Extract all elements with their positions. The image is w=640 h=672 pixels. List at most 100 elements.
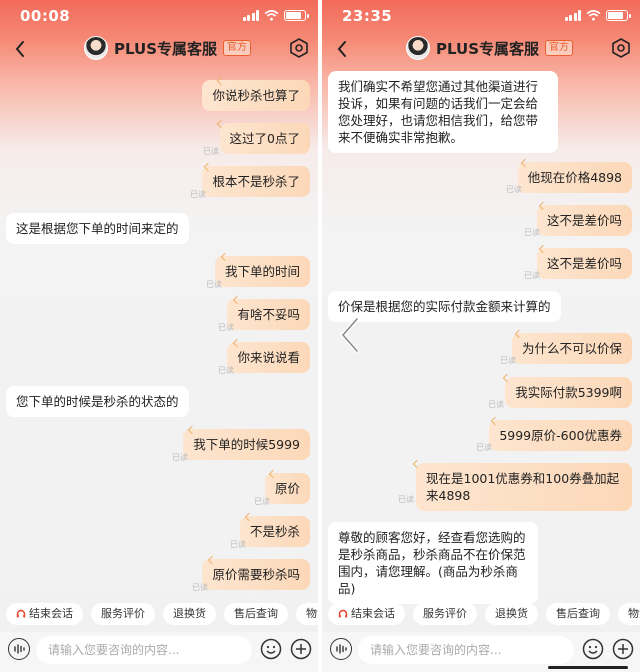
signal-icon: [242, 10, 259, 21]
logistics-chip[interactable]: 物流查询: [618, 603, 640, 625]
chip-label: 服务评价: [101, 607, 145, 620]
plus-icon[interactable]: [290, 638, 312, 660]
read-status: 已读: [476, 443, 492, 452]
my-message: 为什么不可以价保: [511, 333, 632, 364]
quick-reply-bar: 结束会话 服务评价 退换货 售后查询 物流查询: [322, 603, 640, 629]
wifi-icon: [264, 10, 279, 21]
my-message: 根本不是秒杀了: [202, 166, 310, 197]
after-sales-chip[interactable]: 售后查询: [546, 603, 610, 625]
chat-title-group: PLUS专属客服 官方: [406, 36, 574, 60]
plus-icon[interactable]: [612, 638, 634, 660]
official-badge: 官方: [545, 40, 574, 56]
logistics-chip[interactable]: 物流查询: [296, 603, 318, 625]
read-status: 已读: [506, 185, 522, 194]
my-message: 原价需要秒杀吗: [202, 559, 310, 590]
back-icon[interactable]: [330, 36, 356, 62]
status-time: 23:35: [342, 7, 393, 25]
input-bar: [0, 632, 318, 672]
read-status: 已读: [488, 400, 504, 409]
chip-label: 售后查询: [234, 607, 278, 620]
read-status: 已读: [172, 453, 188, 462]
chip-label: 服务评价: [423, 607, 467, 620]
settings-icon[interactable]: [288, 37, 310, 59]
read-status: 已读: [524, 271, 540, 280]
read-status: 已读: [218, 366, 234, 375]
chip-label: 结束会话: [351, 607, 395, 620]
settings-icon[interactable]: [610, 37, 632, 59]
chip-label: 退换货: [173, 607, 206, 620]
chip-label: 结束会话: [29, 607, 73, 620]
chip-label: 物流查询: [628, 607, 640, 620]
my-message: 有啥不妥吗: [227, 299, 310, 330]
end-session-chip[interactable]: 结束会话: [328, 603, 405, 625]
service-rating-chip[interactable]: 服务评价: [413, 603, 477, 625]
official-badge: 官方: [223, 40, 252, 56]
read-status: 已读: [190, 190, 206, 199]
chat-screen-left: 00:08 PLUS专属客服 官方 你说秒杀也算了 这过了0点了 已读 根本不是…: [0, 0, 318, 672]
after-sales-chip[interactable]: 售后查询: [224, 603, 288, 625]
voice-icon[interactable]: [330, 638, 352, 660]
nav-bar: PLUS专属客服 官方: [322, 32, 640, 68]
chat-title: PLUS专属客服: [436, 39, 540, 58]
emoji-icon[interactable]: [260, 638, 282, 660]
emoji-icon[interactable]: [582, 638, 604, 660]
nav-bar: PLUS专属客服 官方: [0, 32, 318, 68]
message-list: 我们确实不希望您通过其他渠道进行投诉，如果有问题的话我们一定会给您处理好，也请您…: [322, 68, 640, 604]
agent-message: 尊敬的顾客您好，经查看您选购的是秒杀商品，秒杀商品不在价保范围内，请您理解。(商…: [328, 522, 538, 604]
agent-avatar: [406, 36, 430, 60]
home-indicator: [548, 666, 628, 669]
my-message: 我实际付款5399啊: [505, 377, 632, 408]
my-message: 我下单的时候5999: [183, 429, 310, 460]
my-message: 现在是1001优惠券和100券叠加起来4898: [416, 463, 632, 511]
my-message: 这不是差价吗: [536, 248, 632, 279]
message-input[interactable]: [36, 636, 252, 664]
read-status: 已读: [254, 497, 270, 506]
chip-label: 退换货: [495, 607, 528, 620]
my-message: 不是秒杀: [239, 516, 310, 547]
my-message: 我下单的时间: [214, 256, 310, 287]
chevron-left-icon[interactable]: [335, 315, 367, 355]
end-session-chip[interactable]: 结束会话: [6, 603, 83, 625]
chip-label: 物流查询: [306, 607, 318, 620]
wifi-icon: [586, 10, 601, 21]
battery-icon: [284, 10, 309, 21]
battery-icon: [606, 10, 631, 21]
read-status: 已读: [203, 147, 219, 156]
read-status: 已读: [192, 583, 208, 592]
my-message: 他现在价格4898: [517, 162, 632, 193]
agent-avatar: [84, 36, 108, 60]
return-exchange-chip[interactable]: 退换货: [163, 603, 216, 625]
read-status: 已读: [398, 495, 414, 504]
my-message: 你来说说看: [227, 342, 310, 373]
status-icons: [564, 10, 631, 21]
read-status: 已读: [206, 280, 222, 289]
read-status: 已读: [500, 356, 516, 365]
message-list: 你说秒杀也算了 这过了0点了 已读 根本不是秒杀了 已读 这是根据您下单的时间来…: [0, 68, 318, 598]
agent-message: 这是根据您下单的时间来定的: [6, 213, 189, 244]
chip-label: 售后查询: [556, 607, 600, 620]
status-icons: [242, 10, 309, 21]
agent-message: 您下单的时候是秒杀的状态的: [6, 386, 189, 417]
my-message: 5999原价-600优惠券: [489, 420, 632, 451]
voice-icon[interactable]: [8, 638, 30, 660]
return-exchange-chip[interactable]: 退换货: [485, 603, 538, 625]
chat-title-group: PLUS专属客服 官方: [84, 36, 252, 60]
signal-icon: [564, 10, 581, 21]
service-rating-chip[interactable]: 服务评价: [91, 603, 155, 625]
read-status: 已读: [230, 540, 246, 549]
my-message: 这过了0点了: [219, 123, 310, 154]
status-bar: 23:35: [322, 0, 640, 32]
agent-message: 我们确实不希望您通过其他渠道进行投诉，如果有问题的话我们一定会给您处理好，也请您…: [328, 71, 558, 153]
back-icon[interactable]: [8, 36, 34, 62]
status-bar: 00:08: [0, 0, 318, 32]
message-input[interactable]: [358, 636, 574, 664]
headset-icon: [338, 609, 348, 618]
my-message: 这不是差价吗: [536, 205, 632, 236]
quick-reply-bar: 结束会话 服务评价 退换货 售后查询 物流查询: [0, 603, 318, 629]
status-time: 00:08: [20, 7, 71, 25]
read-status: 已读: [218, 323, 234, 332]
chat-title: PLUS专属客服: [114, 39, 218, 58]
my-message: 你说秒杀也算了: [202, 80, 310, 111]
headset-icon: [16, 609, 26, 618]
chat-screen-right: 23:35 PLUS专属客服 官方 我们确实不希望您通过其他渠道进行投诉，如果有…: [322, 0, 640, 672]
